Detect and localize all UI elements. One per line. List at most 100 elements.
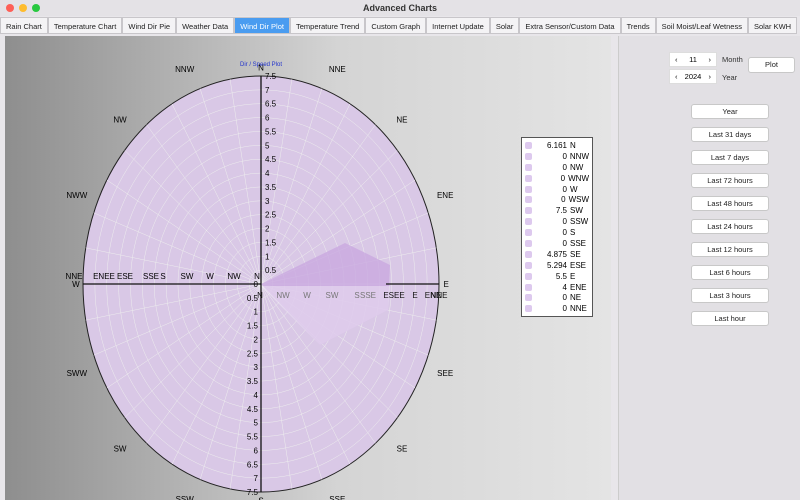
legend-item: 0 SSE: [525, 238, 589, 249]
compass-label: SSE: [329, 495, 345, 500]
month-stepper[interactable]: ‹ 11 ›: [669, 52, 717, 67]
tab-solar[interactable]: Solar: [489, 17, 520, 34]
legend-value: 0: [562, 228, 567, 238]
legend-item: 0 SSW: [525, 216, 589, 227]
year-label: Year: [722, 73, 738, 82]
tab-wind-dir-pie[interactable]: Wind Dir Pie: [122, 17, 177, 34]
legend-item: 0 NNE: [525, 303, 589, 314]
compass-label: SW: [114, 445, 127, 454]
r-tick-label: 0: [254, 280, 259, 289]
plot-button[interactable]: Plot: [748, 57, 795, 73]
legend-label: SSE: [570, 238, 587, 248]
title-bar: Advanced Charts: [0, 0, 800, 16]
r-tick-label: 4: [254, 391, 259, 400]
legend-item: 5.5 E: [525, 271, 589, 282]
range-button-last-hour[interactable]: Last hour: [691, 311, 769, 326]
axis-label-left: N: [254, 272, 260, 281]
tab-temperature-chart[interactable]: Temperature Chart: [47, 17, 123, 34]
legend-value: 7.5: [555, 206, 567, 216]
axis-label-right: NNE: [431, 291, 448, 300]
range-button-last-72-hours[interactable]: Last 72 hours: [691, 173, 769, 188]
tab-extra-sensor-custom-data[interactable]: Extra Sensor/Custom Data: [519, 17, 621, 34]
legend-value: 4: [562, 282, 567, 292]
compass-label: NE: [396, 115, 407, 124]
legend-value: 0: [562, 293, 567, 303]
legend-value: 0: [562, 184, 567, 194]
legend-swatch: [525, 174, 532, 182]
legend-value: 4.875: [546, 249, 567, 259]
range-button-last-48-hours[interactable]: Last 48 hours: [691, 196, 769, 211]
legend-item: 0 NW: [525, 162, 589, 173]
legend-item: 7.5 SW: [525, 205, 589, 216]
range-button-last-24-hours[interactable]: Last 24 hours: [691, 219, 769, 234]
range-button-last-6-hours[interactable]: Last 6 hours: [691, 265, 769, 280]
range-button-year[interactable]: Year: [691, 104, 769, 119]
legend-value: 6.161: [546, 140, 567, 150]
legend: 6.161 N 0 NNW 0 NW 0 WNW 0 W 0 WSW 7.5 SW 0 SSW 0 S 0 SSE 4.…: [521, 137, 593, 317]
r-tick-label: 3.5: [247, 377, 259, 386]
axis-label-right: NW: [276, 291, 290, 300]
tab-weather-data[interactable]: Weather Data: [176, 17, 235, 34]
legend-swatch: [525, 250, 532, 258]
legend-item: 0 WSW: [525, 194, 589, 205]
prev-icon[interactable]: ‹: [675, 55, 678, 64]
axis-label-right: SW: [326, 291, 339, 300]
legend-label: W: [570, 184, 578, 194]
tab-solar-kwh[interactable]: Solar KWH: [747, 17, 798, 34]
tab-internet-update[interactable]: Internet Update: [426, 17, 490, 34]
legend-swatch: [525, 272, 532, 280]
range-button-last-7-days[interactable]: Last 7 days: [691, 150, 769, 165]
legend-item: 0W: [525, 184, 589, 195]
legend-value: 0: [562, 304, 567, 314]
tab-trends[interactable]: Trends: [620, 17, 656, 34]
tab-temperature-trend[interactable]: Temperature Trend: [289, 17, 366, 34]
legend-label: E: [570, 271, 576, 281]
compass-label: SEE: [437, 369, 453, 378]
r-tick-label: 3: [254, 363, 259, 372]
r-tick-label: 5.5: [265, 127, 277, 136]
axis-label-left: SW: [181, 272, 194, 281]
r-tick-label: 2: [265, 225, 270, 234]
year-value: 2024: [684, 72, 702, 81]
axis-label-left: NNE: [66, 272, 83, 281]
tab-rain-chart[interactable]: Rain Chart: [0, 17, 48, 34]
tab-custom-graph[interactable]: Custom Graph: [365, 17, 427, 34]
legend-label: WSW: [568, 195, 589, 205]
legend-swatch: [525, 207, 532, 215]
tab-wind-dir-plot[interactable]: Wind Dir Plot: [234, 17, 290, 34]
close-icon[interactable]: [6, 4, 14, 12]
legend-swatch: [525, 294, 532, 302]
zoom-icon[interactable]: [32, 4, 40, 12]
range-button-last-3-hours[interactable]: Last 3 hours: [691, 288, 769, 303]
r-tick-label: 5: [265, 141, 270, 150]
compass-label: NWW: [66, 191, 87, 200]
r-tick-label: 3.5: [265, 183, 277, 192]
axis-label-right: W: [303, 291, 311, 300]
legend-item: 4 ENE: [525, 282, 589, 293]
range-button-last-31-days[interactable]: Last 31 days: [691, 127, 769, 142]
range-button-last-12-hours[interactable]: Last 12 hours: [691, 242, 769, 257]
r-tick-label: 4: [265, 169, 270, 178]
legend-label: S: [570, 228, 576, 238]
legend-value: 5.294: [546, 260, 567, 270]
next-icon[interactable]: ›: [708, 55, 711, 64]
minimize-icon[interactable]: [19, 4, 27, 12]
window-title: Advanced Charts: [362, 3, 438, 13]
year-stepper[interactable]: ‹ 2024 ›: [669, 69, 717, 84]
r-tick-label: 6.5: [265, 100, 277, 109]
legend-value: 0: [562, 151, 567, 161]
tab-soil-moist-leaf-wetness[interactable]: Soil Moist/Leaf Wetness: [655, 17, 748, 34]
legend-label: ESE: [570, 260, 587, 270]
legend-swatch: [525, 185, 532, 193]
tab-bar: Rain Chart Temperature Chart Wind Dir Pie W…: [0, 17, 798, 34]
legend-swatch: [525, 305, 532, 313]
r-tick-label: 1.5: [265, 238, 277, 247]
axis-label-right: N: [257, 291, 263, 300]
compass-label: SWW: [67, 369, 88, 378]
legend-value: 0: [562, 238, 567, 248]
prev-icon[interactable]: ‹: [675, 72, 678, 81]
legend-swatch: [525, 239, 532, 247]
axis-label-right: E: [412, 291, 417, 300]
legend-swatch: [525, 141, 532, 149]
next-icon[interactable]: ›: [709, 72, 712, 81]
